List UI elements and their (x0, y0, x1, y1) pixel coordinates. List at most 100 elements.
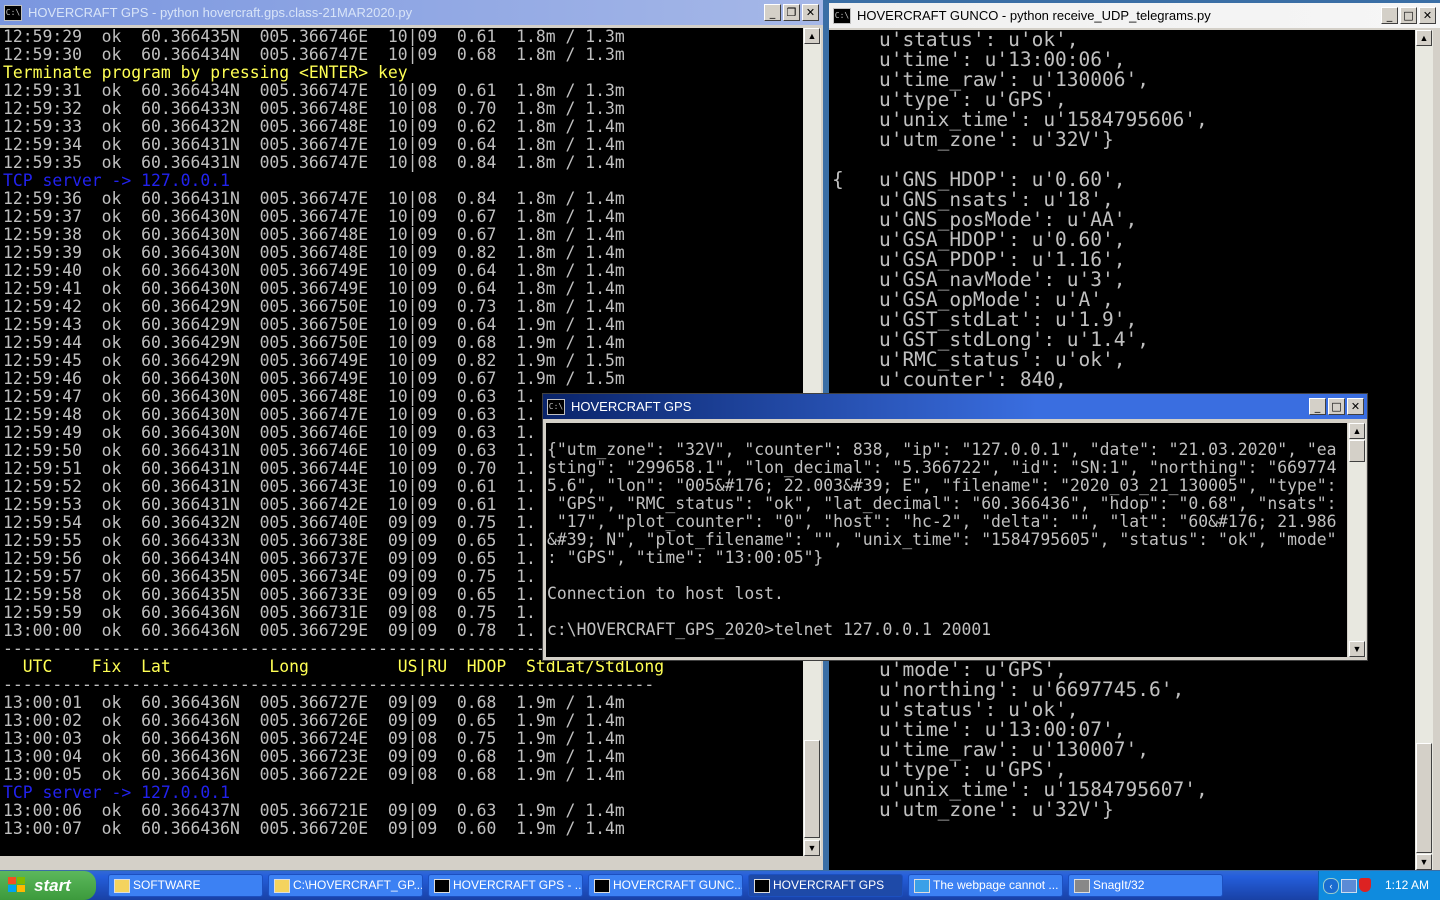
cmd-icon: C:\ (547, 398, 565, 415)
console-line: &#39; N", "plot_filename": "", "unix_tim… (547, 530, 1337, 549)
minimize-button[interactable]: _ (764, 4, 781, 21)
window-title: HOVERCRAFT GPS (571, 399, 692, 414)
close-button[interactable]: ✕ (802, 4, 819, 21)
vertical-scrollbar[interactable]: ▲ ▼ (1348, 423, 1366, 657)
scroll-thumb[interactable] (804, 740, 820, 838)
scroll-down-arrow[interactable]: ▼ (804, 840, 820, 856)
window-title: HOVERCRAFT GPS - python hovercraft.gps.c… (28, 5, 413, 20)
scroll-up-arrow[interactable]: ▲ (804, 28, 820, 44)
console-line: 12:59:42 ok 60.366429N 005.366750E 10|09… (3, 297, 625, 316)
minimize-button[interactable]: _ (1309, 398, 1326, 415)
security-shield-icon[interactable] (1359, 878, 1371, 892)
console-line: u'time_raw': u'130006', (832, 68, 1149, 91)
close-button[interactable]: ✕ (1419, 7, 1436, 24)
taskbar-item[interactable]: C:\HOVERCRAFT_GP... (268, 874, 423, 897)
console-line: 12:59:31 ok 60.366434N 005.366747E 10|09… (3, 81, 625, 100)
telnet-console-window[interactable]: C:\ HOVERCRAFT GPS _ □ ✕ {"utm_zone": "3… (542, 393, 1368, 661)
console-line: 13:00:07 ok 60.366436N 005.366720E 09|09… (3, 819, 625, 838)
console-line: 12:59:44 ok 60.366429N 005.366750E 10|09… (3, 333, 625, 352)
maximize-button[interactable]: □ (1328, 398, 1345, 415)
console-line: 13:00:04 ok 60.366436N 005.366723E 09|09… (3, 747, 625, 766)
gunco-console-output-top[interactable]: u'status': u'ok', u'time': u'13:00:06', … (829, 30, 1415, 414)
cmd-icon (434, 879, 450, 893)
gps-console-titlebar[interactable]: C:\ HOVERCRAFT GPS - python hovercraft.g… (0, 0, 823, 25)
scroll-up-arrow[interactable]: ▲ (1349, 423, 1365, 439)
console-line: u'GST_stdLong': u'1.4', (832, 328, 1149, 351)
scroll-thumb[interactable] (1349, 440, 1365, 462)
console-line: c:\HOVERCRAFT_GPS_2020>telnet 127.0.0.1 … (547, 620, 992, 639)
scroll-thumb[interactable] (1416, 743, 1432, 853)
console-line: TCP server -> 127.0.0.1 (3, 171, 230, 190)
network-icon[interactable] (1341, 879, 1357, 893)
ie-icon (914, 879, 930, 893)
taskbar-item[interactable]: The webpage cannot ... (908, 874, 1063, 897)
start-label: start (34, 876, 71, 895)
console-line: 12:59:36 ok 60.366431N 005.366747E 10|08… (3, 189, 625, 208)
console-line: u'time': u'13:00:06', (832, 48, 1126, 71)
console-line: u'GSA_navMode': u'3', (832, 268, 1126, 291)
close-button[interactable]: ✕ (1347, 398, 1364, 415)
taskbar-item[interactable]: SnagIt/32 (1068, 874, 1223, 897)
console-line: 12:59:40 ok 60.366430N 005.366749E 10|09… (3, 261, 625, 280)
taskbar-item[interactable]: SOFTWARE (108, 874, 263, 897)
minimize-button[interactable]: _ (1381, 7, 1398, 24)
console-line: 13:00:02 ok 60.366436N 005.366726E 09|09… (3, 711, 625, 730)
window-title: HOVERCRAFT GUNCO - python receive_UDP_te… (857, 8, 1211, 23)
start-button[interactable]: start (0, 871, 96, 900)
console-line: u'unix_time': u'1584795606', (832, 108, 1208, 131)
console-line: : "GPS", "time": "13:00:05"} (547, 548, 824, 567)
status-strip (0, 856, 823, 870)
taskbar-item-label: HOVERCRAFT GUNC... (613, 878, 743, 892)
console-line: 13:00:06 ok 60.366437N 005.366721E 09|09… (3, 801, 625, 820)
gunco-console-titlebar[interactable]: C:\ HOVERCRAFT GUNCO - python receive_UD… (829, 3, 1440, 28)
console-line: u'type': u'GPS', (832, 88, 1067, 111)
console-line: u'GSA_PDOP': u'1.16', (832, 248, 1126, 271)
console-line: u'type': u'GPS', (832, 758, 1067, 781)
scroll-down-arrow[interactable]: ▼ (1416, 854, 1432, 870)
console-line: 12:59:30 ok 60.366434N 005.366747E 10|09… (3, 45, 625, 64)
taskbar-item[interactable]: HOVERCRAFT GUNC... (588, 874, 743, 897)
console-line: "17", "plot_counter": "0", "host": "hc-2… (547, 512, 1337, 531)
taskbar-item-label: SnagIt/32 (1093, 878, 1145, 892)
cmd-icon: C:\ (833, 7, 851, 24)
taskbar-item[interactable]: HOVERCRAFT GPS (748, 874, 903, 897)
console-line: u'status': u'ok', (832, 30, 1079, 51)
console-line: 12:59:46 ok 60.366430N 005.366749E 10|09… (3, 369, 625, 388)
telnet-console-output[interactable]: {"utm_zone": "32V", "counter": 838, "ip"… (546, 423, 1347, 657)
console-line: 12:59:34 ok 60.366431N 005.366747E 10|09… (3, 135, 625, 154)
folder-icon (274, 879, 290, 893)
gunco-console-output-bottom[interactable]: u'longitude': u'00522.00320', u'mode': u… (829, 648, 1415, 870)
console-line: sting": "299658.1", "lon_decimal": "5.36… (547, 458, 1337, 477)
telnet-console-titlebar[interactable]: C:\ HOVERCRAFT GPS _ □ ✕ (543, 394, 1367, 419)
console-line: u'northing': u'6697745.6', (832, 678, 1185, 701)
taskbar-item[interactable]: HOVERCRAFT GPS - ... (428, 874, 583, 897)
console-line: u'counter': 840, (832, 368, 1067, 391)
console-line: ----------------------------------------… (3, 675, 655, 694)
console-line: u'time': u'13:00:07', (832, 718, 1126, 741)
taskbar-item-label: The webpage cannot ... (933, 878, 1059, 892)
console-line: "GPS", "RMC_status": "ok", "lat_decimal"… (547, 494, 1337, 513)
scroll-up-arrow[interactable]: ▲ (1416, 30, 1432, 46)
restore-button[interactable]: ❐ (783, 4, 800, 21)
maximize-button[interactable]: □ (1400, 7, 1417, 24)
console-line: u'status': u'ok', (832, 698, 1079, 721)
tray-arrow-icon[interactable]: ‹ (1323, 878, 1339, 894)
console-line: u'GNS_nsats': u'18', (832, 188, 1114, 211)
system-tray: ‹ 1:12 AM (1318, 871, 1440, 900)
console-line: 12:59:33 ok 60.366432N 005.366748E 10|09… (3, 117, 625, 136)
console-line: u'GST_stdLat': u'1.9', (832, 308, 1138, 331)
console-line: 13:00:03 ok 60.366436N 005.366724E 09|08… (3, 729, 625, 748)
folder-icon (114, 879, 130, 893)
console-line: 12:59:37 ok 60.366430N 005.366747E 10|09… (3, 207, 625, 226)
windows-logo-icon (8, 877, 26, 894)
clock: 1:12 AM (1385, 878, 1430, 892)
console-line: 12:59:45 ok 60.366429N 005.366749E 10|09… (3, 351, 625, 370)
console-line: 12:59:38 ok 60.366430N 005.366748E 10|09… (3, 225, 625, 244)
scroll-down-arrow[interactable]: ▼ (1349, 641, 1365, 657)
vertical-scrollbar[interactable]: ▲ ▼ (1415, 30, 1433, 870)
console-line: u'mode': u'GPS', (832, 658, 1067, 681)
console-line: 12:59:35 ok 60.366431N 005.366747E 10|08… (3, 153, 625, 172)
